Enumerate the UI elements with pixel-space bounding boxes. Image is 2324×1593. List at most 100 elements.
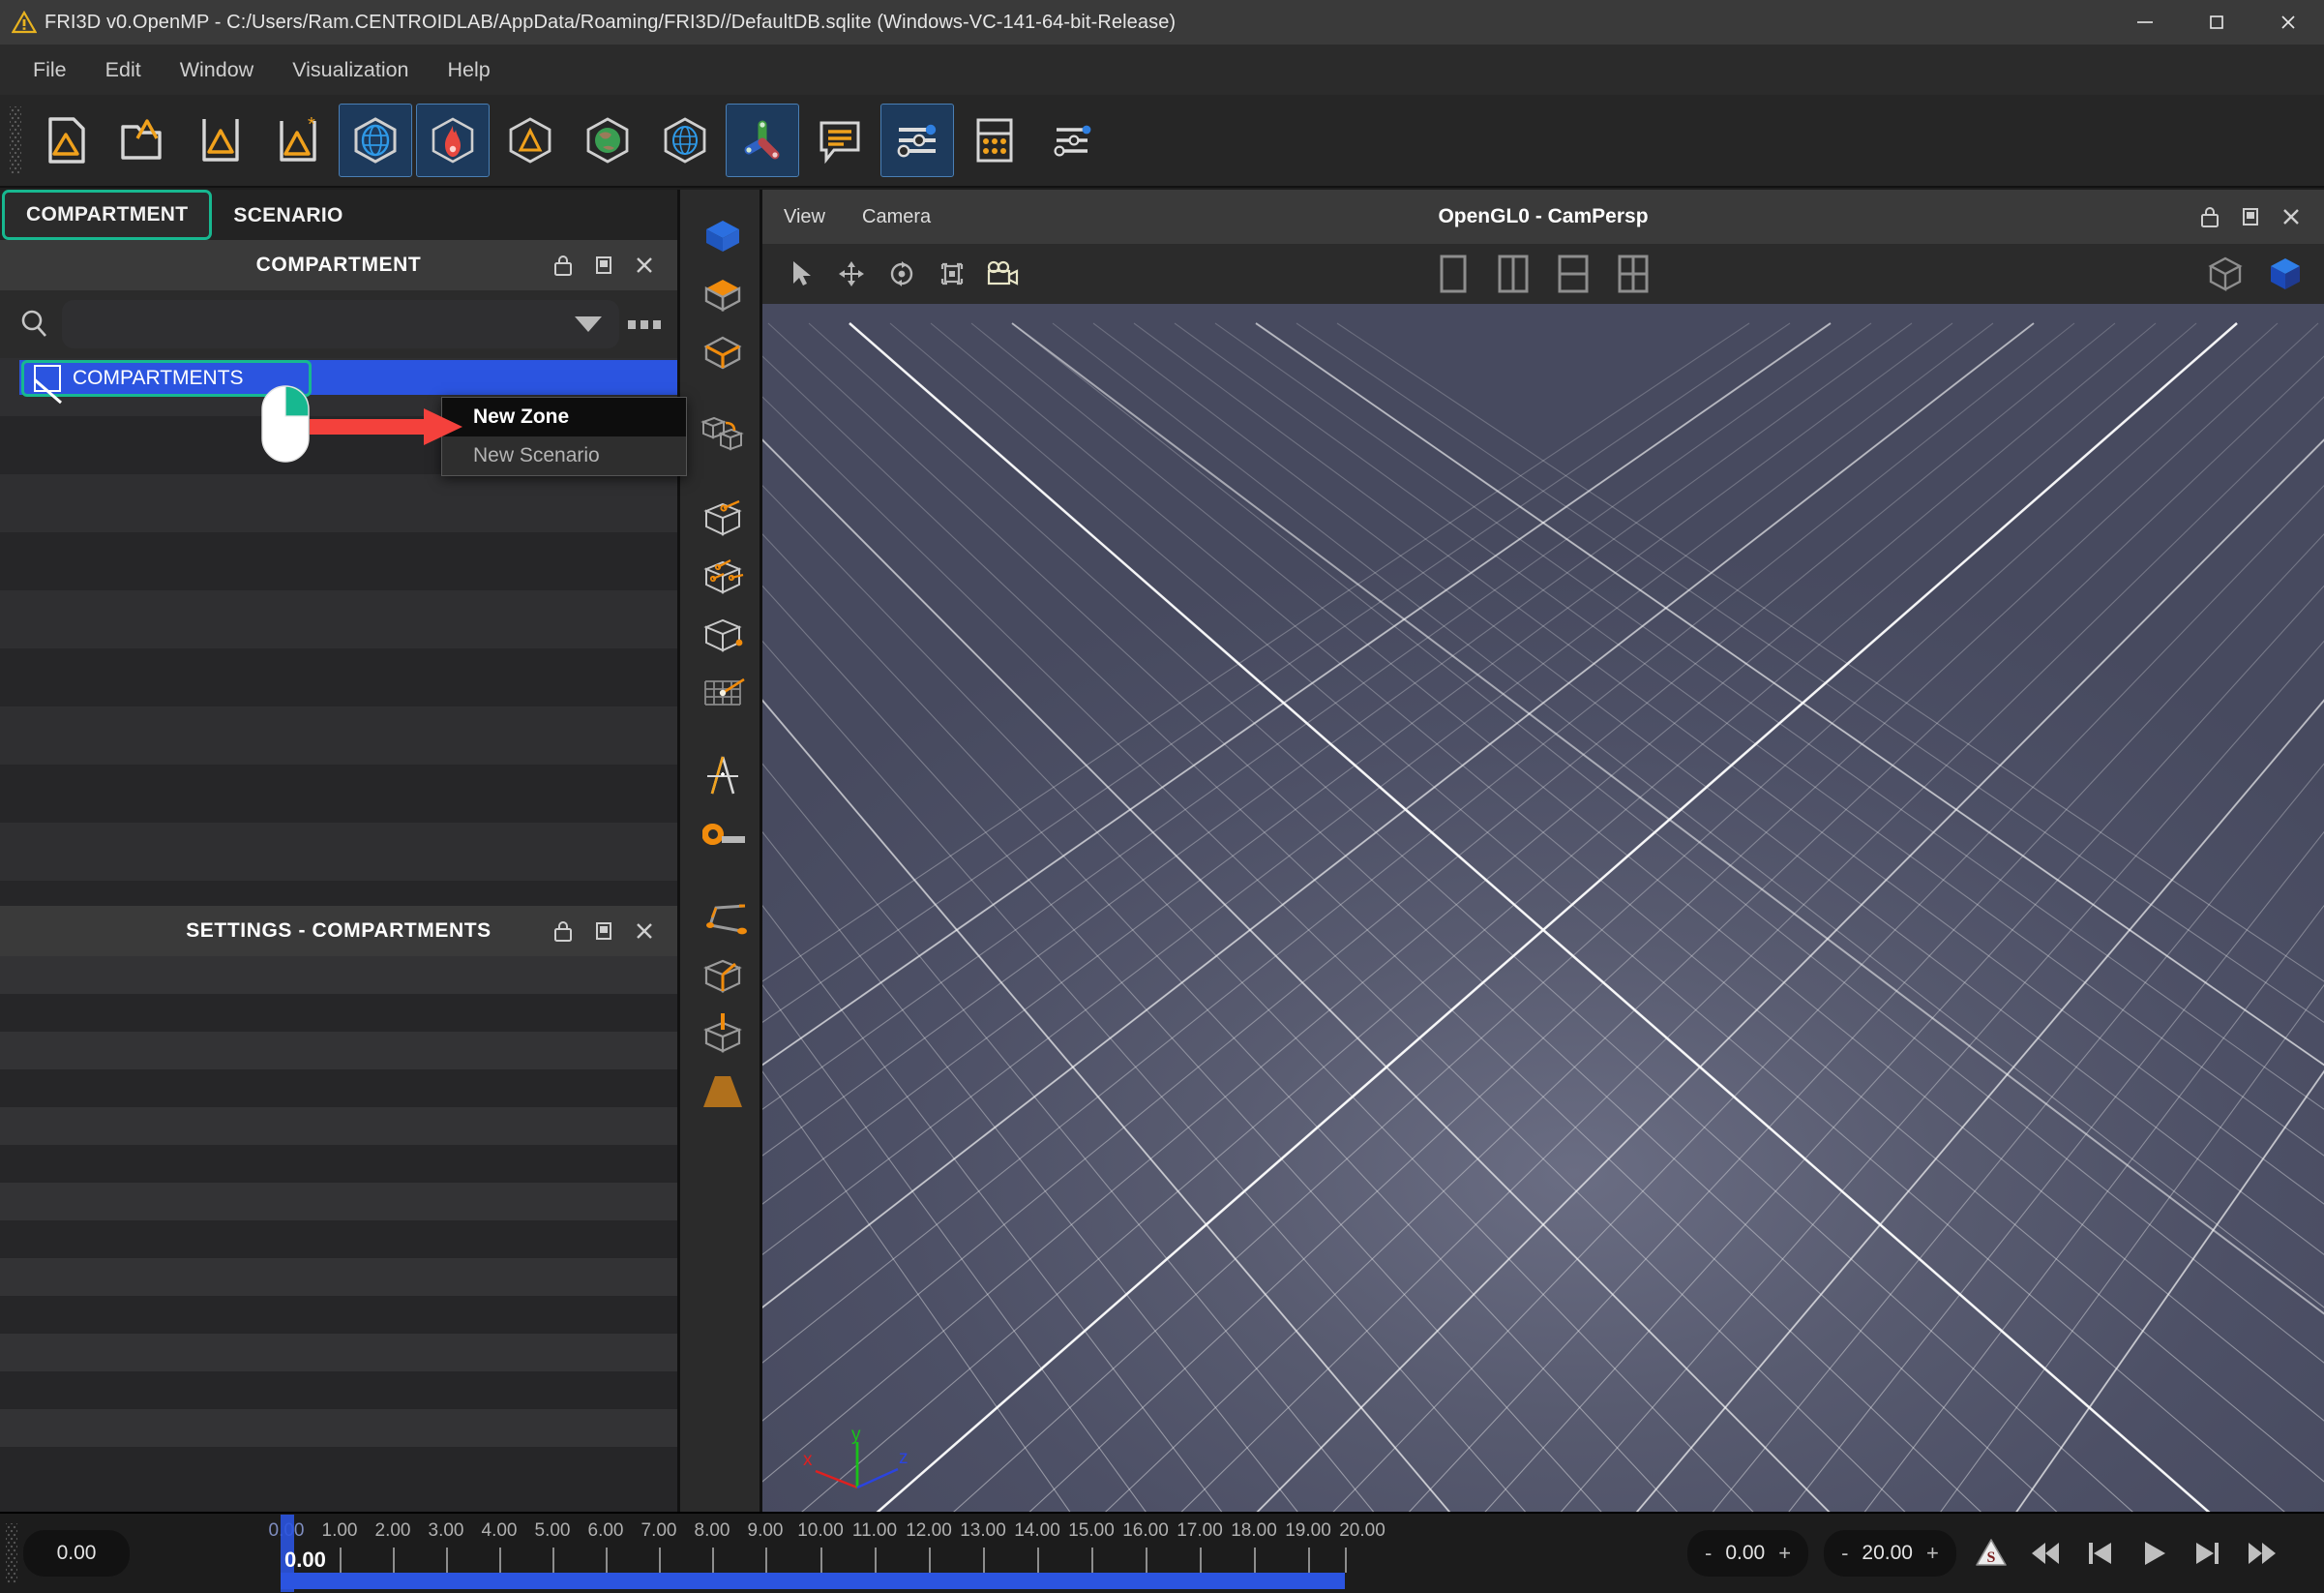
- layout-two-columns-icon[interactable]: [1488, 249, 1538, 299]
- tree-row[interactable]: [0, 706, 677, 765]
- tab-scenario[interactable]: SCENARIO: [212, 192, 364, 240]
- tree-row[interactable]: [0, 532, 677, 590]
- compartment-panel: COMPARTMENT COMPARTMENTS: [0, 240, 677, 939]
- close-icon[interactable]: [625, 246, 664, 285]
- settings-row[interactable]: [0, 994, 677, 1032]
- settings-row[interactable]: [0, 1220, 677, 1258]
- layout-single-icon[interactable]: [1428, 249, 1478, 299]
- axes-gizmo-icon[interactable]: [726, 104, 799, 177]
- settings-row[interactable]: [0, 1296, 677, 1334]
- fire-box-icon[interactable]: [416, 104, 490, 177]
- box-corner-point-icon[interactable]: [680, 606, 765, 664]
- grid-point-icon[interactable]: [680, 664, 765, 722]
- close-icon[interactable]: [625, 912, 664, 950]
- float-icon[interactable]: [584, 912, 623, 950]
- 3d-scene-canvas[interactable]: x y z: [762, 304, 2324, 1512]
- settings-row[interactable]: [0, 1069, 677, 1107]
- start-time-stepper[interactable]: - 0.00 +: [1687, 1530, 1809, 1577]
- end-time-increment[interactable]: +: [1926, 1541, 1939, 1566]
- end-time-stepper[interactable]: - 20.00 +: [1824, 1530, 1956, 1577]
- more-options-icon[interactable]: [619, 300, 670, 348]
- lock-icon[interactable]: [544, 246, 582, 285]
- tree-row[interactable]: [0, 474, 677, 532]
- geometry-box-icon[interactable]: [494, 105, 566, 176]
- tree-row[interactable]: [0, 590, 677, 648]
- link-boxes-icon[interactable]: [680, 406, 765, 465]
- box-top-face-icon[interactable]: [680, 265, 765, 323]
- tree-row[interactable]: [0, 648, 677, 706]
- box-vent-single-icon[interactable]: [680, 490, 765, 548]
- settings-row[interactable]: [0, 1371, 677, 1409]
- box-solid-blue-icon[interactable]: [680, 207, 765, 265]
- settings-row[interactable]: [0, 956, 677, 994]
- sliders-panel-icon[interactable]: [880, 104, 954, 177]
- lock-icon[interactable]: [544, 912, 582, 950]
- settings-row[interactable]: [0, 1409, 677, 1447]
- search-input[interactable]: [72, 314, 575, 335]
- save-file-icon[interactable]: [185, 105, 256, 176]
- skip-to-start-icon[interactable]: [2024, 1532, 2067, 1575]
- menu-edit[interactable]: Edit: [86, 52, 161, 88]
- settings-row[interactable]: [0, 1145, 677, 1183]
- next-frame-icon[interactable]: [2187, 1532, 2229, 1575]
- earth-box-icon[interactable]: [572, 105, 643, 176]
- measure-tape-icon[interactable]: [680, 805, 765, 863]
- start-time-increment[interactable]: +: [1778, 1541, 1791, 1566]
- settings-row[interactable]: [0, 1183, 677, 1220]
- menu-window[interactable]: Window: [161, 52, 273, 88]
- end-time-decrement[interactable]: -: [1841, 1541, 1848, 1566]
- polyline-path-icon[interactable]: [680, 888, 765, 947]
- layout-quad-icon[interactable]: [1608, 249, 1658, 299]
- settings-row[interactable]: [0, 1258, 677, 1296]
- open-file-icon[interactable]: [107, 105, 179, 176]
- previous-frame-icon[interactable]: [2078, 1532, 2121, 1575]
- skip-to-end-icon[interactable]: [2241, 1532, 2283, 1575]
- layout-two-rows-icon[interactable]: [1548, 249, 1598, 299]
- chevron-down-icon[interactable]: [575, 316, 602, 332]
- compass-divider-icon[interactable]: [680, 747, 765, 805]
- ramp-surface-icon[interactable]: [680, 1063, 765, 1121]
- settings-row[interactable]: [0, 1032, 677, 1069]
- tree-row[interactable]: [0, 823, 677, 881]
- maximize-button[interactable]: [2181, 0, 2252, 45]
- float-icon[interactable]: [2231, 197, 2270, 236]
- settings-row[interactable]: [0, 1447, 677, 1485]
- settings-row[interactable]: [0, 1107, 677, 1145]
- annotation-icon[interactable]: [804, 105, 876, 176]
- viewport-menu-camera[interactable]: Camera: [847, 202, 946, 232]
- toolbar-drag-handle[interactable]: [10, 106, 21, 174]
- box-edges-icon[interactable]: [680, 323, 765, 381]
- scenario-badge-icon[interactable]: S: [1970, 1532, 2012, 1575]
- start-time-decrement[interactable]: -: [1705, 1541, 1712, 1566]
- close-button[interactable]: [2252, 0, 2324, 45]
- play-icon[interactable]: [2132, 1532, 2175, 1575]
- tree-row[interactable]: [0, 765, 677, 823]
- new-file-icon[interactable]: [30, 105, 102, 176]
- context-menu-item-new-scenario[interactable]: New Scenario: [442, 436, 686, 475]
- menu-help[interactable]: Help: [429, 52, 510, 88]
- settings-row[interactable]: [0, 1334, 677, 1371]
- timeline-range-bar[interactable]: [281, 1573, 1345, 1589]
- lock-icon[interactable]: [2190, 197, 2229, 236]
- timeline-track[interactable]: 0.00 1.00 2.00 3.00 4.00 5.00 6.00 7.00 …: [139, 1515, 1687, 1592]
- mesh-globe-box-icon[interactable]: [339, 104, 412, 177]
- viewport-menu-view[interactable]: View: [768, 202, 841, 232]
- float-icon[interactable]: [584, 246, 623, 285]
- keypad-icon[interactable]: [959, 105, 1030, 176]
- wireframe-globe-box-icon[interactable]: [649, 105, 721, 176]
- settings-sliders-icon[interactable]: [1036, 105, 1108, 176]
- box-pin-icon[interactable]: [680, 1005, 765, 1063]
- save-as-file-icon[interactable]: *: [262, 105, 334, 176]
- menu-file[interactable]: File: [14, 52, 86, 88]
- box-slice-icon[interactable]: [680, 947, 765, 1005]
- search-box[interactable]: [62, 300, 619, 348]
- menu-visualization[interactable]: Visualization: [273, 52, 428, 88]
- box-vent-multi-icon[interactable]: [680, 548, 765, 606]
- tab-compartment[interactable]: COMPARTMENT: [2, 190, 213, 240]
- minor-tick: [765, 1548, 767, 1573]
- context-menu-item-new-zone[interactable]: New Zone: [442, 398, 686, 436]
- close-icon[interactable]: [2272, 197, 2310, 236]
- minimize-button[interactable]: [2109, 0, 2181, 45]
- current-time-display[interactable]: 0.00: [23, 1530, 130, 1577]
- timeline-drag-handle[interactable]: [6, 1523, 17, 1583]
